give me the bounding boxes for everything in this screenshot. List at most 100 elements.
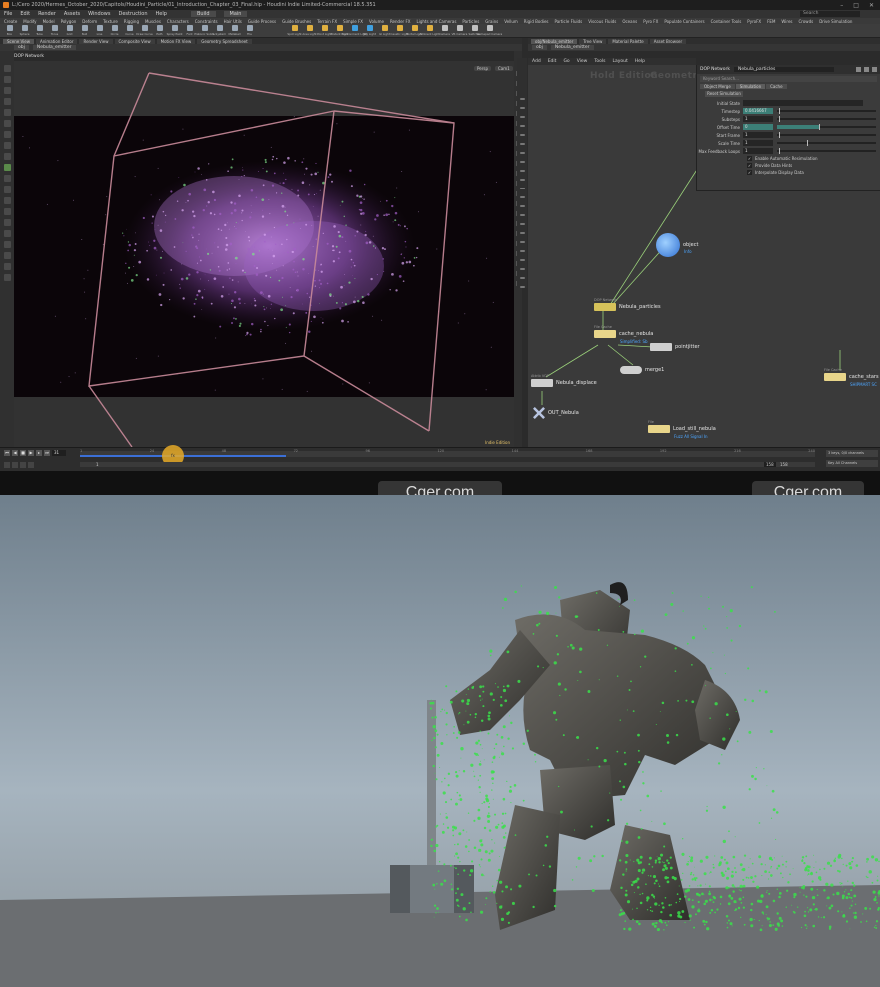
viewport-tool-icon[interactable] <box>3 274 11 281</box>
menu-assets[interactable]: Assets <box>64 11 80 17</box>
viewport-tool-icon[interactable] <box>3 263 11 270</box>
net-menu-edit[interactable]: Edit <box>548 59 557 64</box>
node-body[interactable] <box>824 373 846 381</box>
shelf-tool-gi-light[interactable]: GI Light <box>379 25 390 36</box>
tab-render-view[interactable]: Render View <box>79 38 113 44</box>
node-body[interactable] <box>650 343 672 351</box>
net-menu-add[interactable]: Add <box>532 59 541 64</box>
shelf-tab-modify[interactable]: Modify <box>23 19 36 24</box>
desktop-select[interactable]: Build <box>190 11 216 17</box>
node-merge1[interactable]: merge1 <box>620 366 664 374</box>
node-nebula-displace[interactable]: Attrib VOP Nebula_displace <box>531 374 597 387</box>
shelf-tab-terrain-fx[interactable]: Terrain FX <box>317 19 337 24</box>
network-tool-icon[interactable] <box>519 250 525 253</box>
viewport-tool-icon[interactable] <box>3 208 11 215</box>
viewport-tool-icon[interactable] <box>3 98 11 105</box>
param-field-scale-time[interactable]: 1 <box>743 140 773 146</box>
shelf-tab-hair-utils[interactable]: Hair Utils <box>224 19 242 24</box>
keys-icon[interactable] <box>20 462 26 468</box>
node-object[interactable]: object Info <box>656 233 698 257</box>
network-tool-icon[interactable] <box>519 268 525 271</box>
path-crumb-node[interactable]: Nebula_emitter <box>32 45 76 50</box>
shelf-tool-l-system[interactable]: L-System <box>213 25 226 36</box>
viewport-tool-icon[interactable] <box>3 87 11 94</box>
shelf-tab-volume[interactable]: Volume <box>369 19 384 24</box>
shelf-tab-rigging[interactable]: Rigging <box>124 19 139 24</box>
network-tool-icon[interactable] <box>519 169 525 172</box>
shelf-tool-draw-curve[interactable]: Draw Curve <box>136 25 153 36</box>
network-tool-icon[interactable] <box>519 259 525 262</box>
net-menu-tools[interactable]: Tools <box>594 59 605 64</box>
global-anim-icon[interactable] <box>28 462 34 468</box>
param-slider[interactable] <box>777 108 876 114</box>
shelf-tab-deform[interactable]: Deform <box>82 19 97 24</box>
node-load-still-nebula[interactable]: File Load_still_nebula Fuzz All Signal I… <box>648 420 716 439</box>
shelf-tab-muscles[interactable]: Muscles <box>145 19 161 24</box>
viewport-tool-icon[interactable] <box>3 241 11 248</box>
menu-render[interactable]: Render <box>38 11 56 17</box>
global-end[interactable]: 158 <box>780 462 788 467</box>
tab-geometry-spreadsheet[interactable]: Geometry Spreadsheet <box>197 38 252 44</box>
shelf-tool-font[interactable]: Font <box>184 25 195 36</box>
param-tab-cache[interactable]: Cache <box>766 84 787 89</box>
node-body[interactable] <box>594 330 616 338</box>
shelf-tool-curve[interactable]: Curve <box>124 25 135 36</box>
initial-state-field[interactable] <box>743 100 863 106</box>
viewport-tool-icon[interactable] <box>3 252 11 259</box>
shelf-tool-metaball[interactable]: Metaball <box>229 25 241 36</box>
shelf-tool-box[interactable]: Box <box>4 25 15 36</box>
shelf-tab-oceans[interactable]: Oceans <box>622 19 637 24</box>
shelf-tool-line[interactable]: Line <box>94 25 105 36</box>
menu-edit[interactable]: Edit <box>20 11 30 17</box>
network-tool-icon[interactable] <box>519 277 525 280</box>
play-button[interactable]: ▶ <box>28 450 34 456</box>
tab-composite-view[interactable]: Composite View <box>114 38 155 44</box>
net-menu-layout[interactable]: Layout <box>612 59 627 64</box>
tab-tree-view[interactable]: Tree View <box>579 38 607 44</box>
shelf-tab-characters[interactable]: Characters <box>167 19 189 24</box>
tab-scene-view[interactable]: Scene View <box>3 38 34 44</box>
shelf-tool-gamepad-camera[interactable]: Gamepad Camera <box>477 25 502 36</box>
shelf-tool-spray-paint[interactable]: Spray Paint <box>167 25 182 36</box>
viewport-tool-icon[interactable] <box>3 109 11 116</box>
viewport-tool-icon[interactable] <box>3 142 11 149</box>
shelf-tool-ambient-light[interactable]: Ambient Light <box>420 25 439 36</box>
network-tool-icon[interactable] <box>519 160 525 163</box>
viewport-tool-icon[interactable] <box>3 153 11 160</box>
viewport-tool-icon[interactable] <box>3 120 11 127</box>
reset-simulation-button[interactable]: Reset Simulation <box>705 91 743 97</box>
step-back-button[interactable]: ◀ <box>12 450 18 456</box>
shelf-tool-tube[interactable]: Tube <box>34 25 45 36</box>
audio-icon[interactable] <box>12 462 18 468</box>
shelf-tab-lights-and-cameras[interactable]: Lights and Cameras <box>417 19 457 24</box>
param-slider[interactable] <box>777 140 876 146</box>
param-slider[interactable] <box>777 148 876 154</box>
node-cache-nebula[interactable]: File Cache cache_nebula Simplified: Sb <box>594 325 653 344</box>
shelf-tab-constraints[interactable]: Constraints <box>195 19 218 24</box>
network-tool-icon[interactable] <box>519 178 525 181</box>
param-field-offset-time[interactable]: 0 <box>743 124 773 130</box>
network-tool-icon[interactable] <box>519 286 525 288</box>
jump-start-button[interactable]: ⏮ <box>4 450 10 456</box>
checkbox-box[interactable]: ✓ <box>747 156 752 161</box>
range-start[interactable]: 1 <box>96 462 99 467</box>
viewport-tool-icon[interactable] <box>3 131 11 138</box>
param-slider[interactable] <box>777 116 876 122</box>
shelf-tool-area-light[interactable]: Area Light <box>302 25 317 36</box>
menu-file[interactable]: File <box>4 11 12 17</box>
net-crumb-node[interactable]: Nebula_emitter <box>550 45 594 50</box>
net-menu-help[interactable]: Help <box>635 59 645 64</box>
checkbox-box[interactable]: ✓ <box>747 163 752 168</box>
network-tool-icon[interactable] <box>519 241 525 244</box>
slider-knob[interactable] <box>818 124 820 130</box>
scene-viewport[interactable]: Persp Cam1 Indie Edition <box>14 61 514 447</box>
tab-obj-nebula-emitter[interactable]: obj/Nebula_emitter <box>531 38 578 44</box>
node-body[interactable] <box>648 425 670 433</box>
network-tool-icon[interactable] <box>519 205 525 208</box>
shelf-tab-guide-process[interactable]: Guide Process <box>248 19 276 24</box>
stop-button[interactable]: ■ <box>20 450 26 456</box>
shelf-tab-particle-fluids[interactable]: Particle Fluids <box>555 19 583 24</box>
shelf-tool-null[interactable]: Null <box>79 25 90 36</box>
net-crumb-obj[interactable]: obj <box>532 45 547 50</box>
network-tool-icon[interactable] <box>519 232 525 235</box>
